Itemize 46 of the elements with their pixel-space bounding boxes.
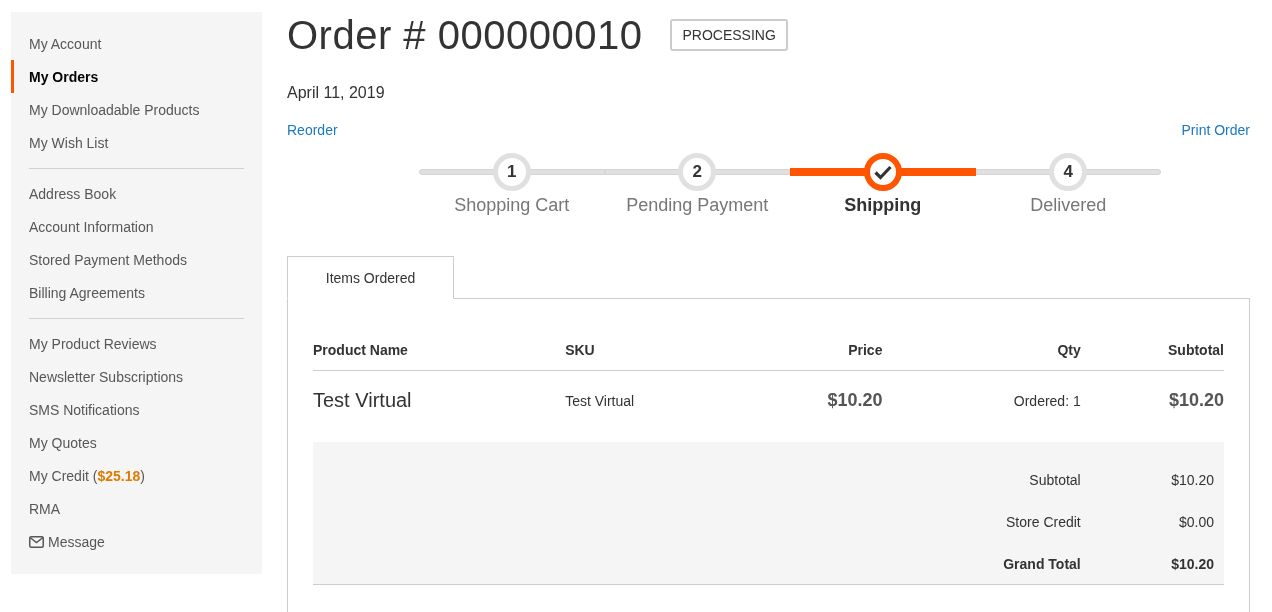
price-cell: $10.20 <box>741 370 883 442</box>
subtotal-cell: $10.20 <box>1080 370 1224 442</box>
sidebar-item[interactable]: My Downloadable Products <box>11 93 262 126</box>
product-name: Test Virtual <box>313 370 566 442</box>
sidebar-item[interactable]: My Orders <box>11 60 262 93</box>
totals-value: $10.20 <box>1080 543 1224 585</box>
sidebar-item[interactable]: Newsletter Subscriptions <box>11 360 262 393</box>
totals-value: $10.20 <box>1080 442 1224 501</box>
totals-label: Grand Total <box>882 543 1081 585</box>
sidebar-item[interactable]: SMS Notifications <box>11 393 262 426</box>
sidebar-item[interactable]: Stored Payment Methods <box>11 243 262 276</box>
tab[interactable]: Items Ordered <box>287 256 454 299</box>
sku-cell: Test Virtual <box>565 370 742 442</box>
sidebar-item[interactable]: My Account <box>11 27 262 60</box>
step-label: Pending Payment <box>626 195 769 216</box>
totals-value: $0.00 <box>1080 501 1224 543</box>
column-header: Qty <box>882 326 1081 371</box>
sidebar-item[interactable]: Message <box>11 525 262 558</box>
sidebar-item[interactable]: My Credit ($25.18) <box>11 459 262 492</box>
sidebar-item[interactable]: Address Book <box>11 177 262 210</box>
sidebar-item[interactable]: Account Information <box>11 210 262 243</box>
step-label: Delivered <box>1030 195 1107 216</box>
status-badge: PROCESSING <box>670 19 788 51</box>
column-header: Price <box>741 326 883 371</box>
qty-cell: Ordered: 1 <box>882 370 1081 442</box>
sidebar-item[interactable]: My Quotes <box>11 426 262 459</box>
page-title: Order # 000000010 <box>287 12 643 58</box>
totals-label: Store Credit <box>882 501 1081 543</box>
sidebar-item[interactable]: RMA <box>11 492 262 525</box>
column-header: SKU <box>565 326 742 371</box>
step-label: Shopping Cart <box>454 195 570 216</box>
column-header: Subtotal <box>1080 326 1224 371</box>
step-marker: 2 <box>678 153 717 191</box>
totals-label: Subtotal <box>882 442 1081 501</box>
sidebar-item[interactable]: My Product Reviews <box>11 327 262 360</box>
order-date: April 11, 2019 <box>287 84 386 102</box>
check-icon <box>873 164 892 180</box>
mail-icon <box>29 535 44 548</box>
step-marker: 4 <box>1049 153 1088 191</box>
print-order-link[interactable]: Print Order <box>1181 122 1250 138</box>
step-marker: 1 <box>492 153 531 191</box>
column-header: Product Name <box>313 326 566 371</box>
step-label: Shipping <box>844 195 922 216</box>
sidebar-item[interactable]: Billing Agreements <box>11 276 262 309</box>
sidebar-item[interactable]: My Wish List <box>11 126 262 159</box>
reorder-link[interactable]: Reorder <box>287 122 338 138</box>
